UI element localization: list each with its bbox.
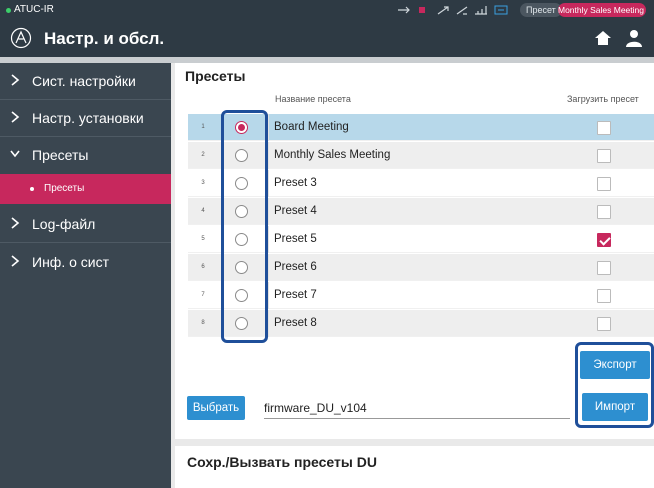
column-divider bbox=[268, 254, 269, 281]
sidebar-item-log-file[interactable]: Log-файл bbox=[0, 206, 171, 243]
display-icon bbox=[494, 5, 508, 15]
sidebar: Сист. настройки Настр. установки Пресеты… bbox=[0, 63, 171, 488]
sidebar-item-system-settings[interactable]: Сист. настройки bbox=[0, 63, 171, 100]
column-divider bbox=[268, 170, 269, 197]
row-number: 2 bbox=[201, 152, 205, 158]
sidebar-item-presets[interactable]: Пресеты bbox=[0, 137, 171, 174]
row-number: 7 bbox=[201, 292, 205, 298]
column-header-load: Загрузить пресет bbox=[567, 94, 639, 104]
sidebar-subitem-presets[interactable]: Пресеты bbox=[0, 174, 171, 204]
header: Настр. и обсл. bbox=[0, 20, 654, 57]
du-presets-panel: Сохр./Вызвать пресеты DU bbox=[175, 446, 654, 488]
chevron-right-icon bbox=[11, 74, 20, 86]
column-divider bbox=[268, 282, 269, 309]
preset-name: Preset 5 bbox=[274, 233, 317, 245]
sidebar-item-label: Настр. установки bbox=[32, 110, 144, 126]
home-icon[interactable] bbox=[594, 30, 612, 46]
preset-name: Preset 4 bbox=[274, 205, 317, 217]
current-preset-dropdown[interactable]: Monthly Sales Meeting ▾ bbox=[558, 3, 646, 17]
preset-name: Preset 7 bbox=[274, 289, 317, 301]
sidebar-item-label: Log-файл bbox=[32, 216, 96, 232]
preset-name: Preset 8 bbox=[274, 317, 317, 329]
import-button[interactable]: Импорт bbox=[582, 393, 648, 421]
current-preset-name: Monthly Sales Meeting bbox=[558, 5, 644, 15]
sidebar-item-label: Сист. настройки bbox=[32, 73, 136, 89]
signal-icon bbox=[475, 6, 487, 15]
file-name-field[interactable]: firmware_DU_v104 bbox=[264, 399, 570, 419]
column-divider bbox=[268, 114, 269, 141]
row-number: 1 bbox=[201, 124, 205, 130]
row-number: 4 bbox=[201, 208, 205, 214]
panel-title: Пресеты bbox=[185, 68, 246, 84]
user-icon[interactable] bbox=[626, 29, 642, 47]
load-preset-checkbox[interactable] bbox=[597, 233, 611, 247]
status-bar: ATUC-IR Пресет Monthly Sales Meeting ▾ bbox=[0, 0, 654, 20]
column-header-name: Название пресета bbox=[275, 94, 351, 104]
preset-label: Пресет bbox=[520, 3, 562, 17]
row-number: 5 bbox=[201, 236, 205, 242]
load-preset-checkbox[interactable] bbox=[597, 149, 611, 163]
column-divider bbox=[268, 226, 269, 253]
select-file-button[interactable]: Выбрать bbox=[187, 396, 245, 420]
preset-name: Preset 6 bbox=[274, 261, 317, 273]
usb-icon bbox=[398, 6, 410, 14]
export-button[interactable]: Экспорт bbox=[580, 351, 650, 379]
sidebar-item-label: Пресеты bbox=[32, 147, 89, 163]
radio-column-highlight bbox=[221, 110, 268, 343]
load-preset-checkbox[interactable] bbox=[597, 317, 611, 331]
section-title: Сохр./Вызвать пресеты DU bbox=[187, 454, 377, 470]
page-title: Настр. и обсл. bbox=[44, 29, 165, 48]
connection-status-icon bbox=[6, 8, 11, 13]
wireless-mic-icon bbox=[437, 6, 449, 15]
sidebar-item-label: Инф. о сист bbox=[32, 254, 109, 270]
chevron-right-icon bbox=[11, 111, 20, 123]
sidebar-subitem-label: Пресеты bbox=[44, 183, 85, 194]
load-preset-checkbox[interactable] bbox=[597, 261, 611, 275]
row-number: 3 bbox=[201, 180, 205, 186]
load-preset-checkbox[interactable] bbox=[597, 289, 611, 303]
preset-name: Board Meeting bbox=[274, 121, 349, 133]
record-icon bbox=[419, 7, 425, 13]
sidebar-item-system-info[interactable]: Инф. о сист bbox=[0, 244, 171, 281]
column-divider bbox=[268, 310, 269, 337]
row-number: 8 bbox=[201, 320, 205, 326]
app-window: ATUC-IR Пресет Monthly Sales Meeting ▾ Н… bbox=[0, 0, 654, 488]
bullet-icon bbox=[30, 187, 34, 191]
audio-technica-logo-icon bbox=[10, 27, 32, 49]
app-name: ATUC-IR bbox=[14, 4, 54, 15]
chevron-down-icon bbox=[10, 150, 20, 158]
load-preset-checkbox[interactable] bbox=[597, 121, 611, 135]
sidebar-item-installation-settings[interactable]: Настр. установки bbox=[0, 100, 171, 137]
column-divider bbox=[268, 142, 269, 169]
preset-name: Monthly Sales Meeting bbox=[274, 149, 391, 161]
column-divider bbox=[268, 198, 269, 225]
chevron-right-icon bbox=[11, 217, 20, 229]
chevron-right-icon bbox=[11, 255, 20, 267]
load-preset-checkbox[interactable] bbox=[597, 205, 611, 219]
load-preset-checkbox[interactable] bbox=[597, 177, 611, 191]
preset-name: Preset 3 bbox=[274, 177, 317, 189]
row-number: 6 bbox=[201, 264, 205, 270]
wireless-link-icon bbox=[456, 6, 468, 15]
